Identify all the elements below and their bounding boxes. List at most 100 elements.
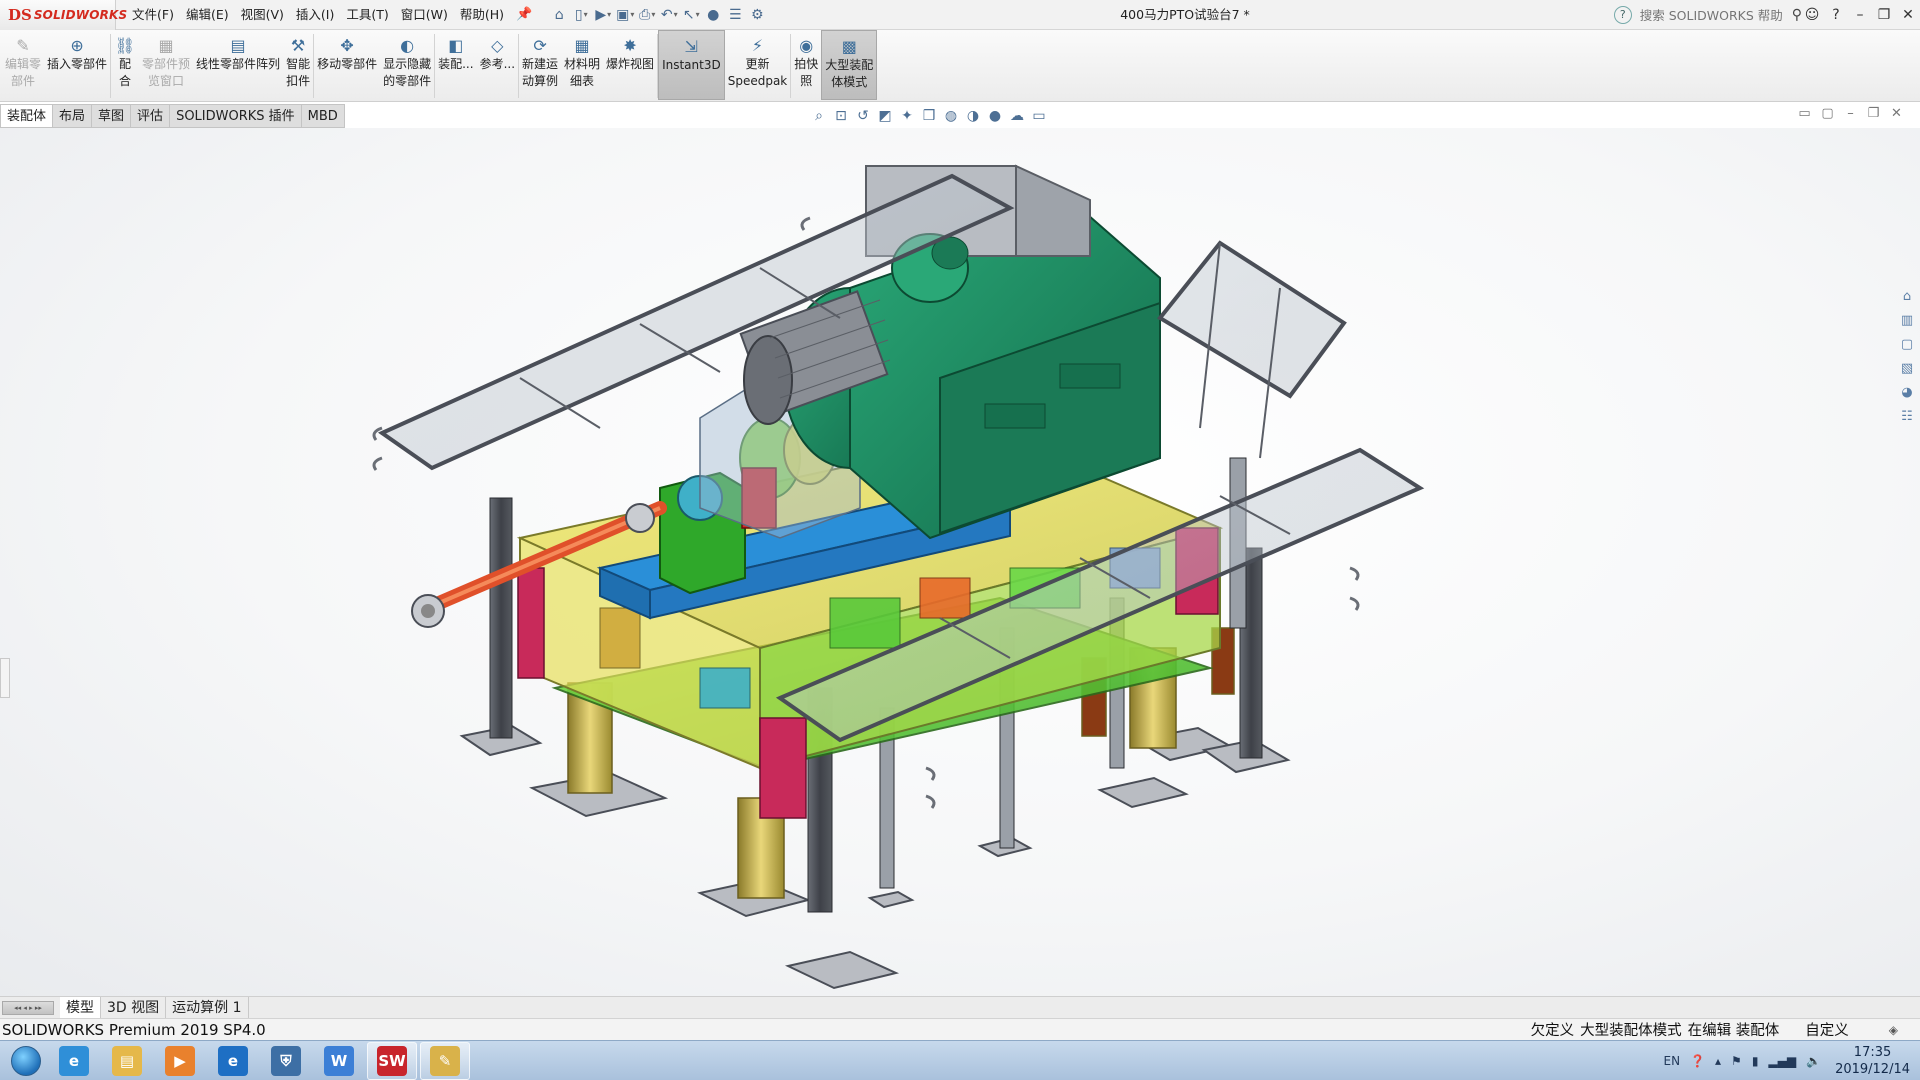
zoom-area-icon[interactable]: ⊡ [830, 105, 852, 127]
paint-app[interactable]: ✎ [420, 1041, 470, 1080]
snapshot-button[interactable]: ◉ 拍快 照 [791, 30, 821, 100]
new-motion-study-button[interactable]: ⟳ 新建运 动算例 [519, 30, 561, 100]
update-speedpak-button[interactable]: ⚡ 更新 Speedpak [725, 30, 791, 100]
save-icon[interactable]: ▣ [614, 4, 636, 26]
pin-menu-icon[interactable]: 📌 [510, 0, 538, 30]
new-document-icon[interactable]: ▯ [570, 4, 592, 26]
select-icon[interactable]: ↖ [680, 4, 702, 26]
large-assembly-mode-button[interactable]: ▩ 大型装配 体模式 [821, 30, 878, 100]
solidworks-app[interactable]: SW [367, 1041, 417, 1080]
edit-component-button[interactable]: ✎ 编辑零 部件 [2, 30, 44, 100]
home-icon[interactable]: ⌂ [548, 4, 570, 26]
zoom-to-fit-icon[interactable]: ⌕ [808, 105, 830, 127]
dynamic-annotation-icon[interactable]: ✦ [896, 105, 918, 127]
bottom-tab-2[interactable]: 运动算例 1 [166, 996, 249, 1019]
mate-button[interactable]: ⛓ 配 合 [111, 30, 139, 100]
menu-item-4[interactable]: 工具(T) [340, 0, 394, 30]
viewport-tile-icon[interactable]: ▢ [1816, 106, 1839, 121]
tray-expand-icon[interactable]: ▴ [1715, 1054, 1721, 1068]
view-palette-icon[interactable]: ▧ [1896, 356, 1918, 380]
apply-scene-icon[interactable]: ☁ [1006, 105, 1028, 127]
power-icon[interactable]: ▮ [1752, 1054, 1759, 1068]
bom-button[interactable]: ▦ 材料明 细表 [561, 30, 603, 100]
restore-icon[interactable]: ❐ [1872, 7, 1896, 23]
ie-app[interactable]: e [49, 1042, 99, 1080]
menu-item-1[interactable]: 编辑(E) [180, 0, 235, 30]
help-question-icon[interactable]: ? [1613, 6, 1632, 24]
show-hidden-button[interactable]: ◐ 显示隐藏 的零部件 [380, 30, 434, 100]
solidworks-logo[interactable]: DS SOLIDWORKS [0, 0, 127, 30]
unit-system[interactable]: 自定义 [1805, 1019, 1849, 1040]
move-component-button[interactable]: ✥ 移动零部件 [314, 30, 380, 100]
ie-app-2[interactable]: e [208, 1042, 258, 1080]
user-icon[interactable]: ☺ [1800, 7, 1824, 23]
tab-0[interactable]: 装配体 [0, 104, 54, 128]
viewport-minimize-icon[interactable]: – [1839, 106, 1862, 121]
viewport-restore-icon[interactable]: ❐ [1862, 106, 1885, 121]
menu-item-3[interactable]: 插入(I) [290, 0, 340, 30]
options-icon[interactable]: ⚙ [746, 4, 768, 26]
tab-5[interactable]: MBD [301, 104, 345, 128]
design-library-icon[interactable]: ▥ [1896, 308, 1918, 332]
help-menu-icon[interactable]: ? [1824, 7, 1848, 23]
menu-item-0[interactable]: 文件(F) [126, 0, 180, 30]
reference-button[interactable]: ◇ 参考... [477, 30, 518, 100]
start-button[interactable] [6, 1041, 46, 1080]
security-app[interactable]: ⛨ [261, 1042, 311, 1080]
view-orientation-icon[interactable]: ❒ [918, 105, 940, 127]
ie-app-icon: e [59, 1045, 89, 1076]
tab-scroll-arrows[interactable]: ◂◂ ◂ ▸ ▸▸ [2, 1000, 54, 1015]
file-explorer-icon[interactable]: ▢ [1896, 332, 1918, 356]
open-icon[interactable]: ▶ [592, 4, 614, 26]
tab-3[interactable]: 评估 [131, 104, 171, 128]
rebuild-icon[interactable]: ● [702, 4, 724, 26]
tab-1[interactable]: 布局 [53, 104, 93, 128]
bottom-tab-0[interactable]: 模型 [60, 996, 101, 1019]
component-preview-button[interactable]: ▦ 零部件预 览窗口 [139, 30, 193, 100]
help-search-input[interactable] [1639, 4, 1790, 26]
assembly-features-button[interactable]: ◧ 装配... [435, 30, 476, 100]
instant3d-button[interactable]: ⇲ Instant3D [658, 30, 725, 100]
resources-icon[interactable]: ⌂ [1896, 284, 1918, 308]
appearances-icon[interactable]: ◕ [1896, 380, 1918, 404]
display-style-icon[interactable]: ◍ [940, 105, 962, 127]
language-indicator[interactable]: EN [1664, 1054, 1681, 1068]
ribbon-label: 零部件预 览窗口 [142, 57, 191, 88]
volume-icon[interactable]: 🔈 [1806, 1054, 1821, 1068]
hide-show-icon[interactable]: ◑ [962, 105, 984, 127]
linear-pattern-button[interactable]: ▤ 线性零部件阵列 [193, 30, 283, 100]
previous-view-icon[interactable]: ↺ [852, 105, 874, 127]
insert-component-button[interactable]: ⊕ 插入零部件 [44, 30, 110, 100]
assembly-model[interactable] [0, 128, 1920, 996]
viewport-split-icon[interactable]: ▭ [1793, 106, 1816, 121]
tab-2[interactable]: 草图 [92, 104, 132, 128]
explorer-app[interactable]: ▤ [102, 1042, 152, 1080]
smart-fasteners-button[interactable]: ⚒ 智能 扣件 [283, 30, 313, 100]
section-view-icon[interactable]: ◩ [874, 105, 896, 127]
wps-app[interactable]: W [314, 1042, 364, 1080]
exploded-view-button[interactable]: ✸ 爆炸视图 [603, 30, 657, 100]
graphics-area[interactable]: ⌂▥▢▧◕☷ Y X Z [0, 128, 1920, 996]
clock[interactable]: 17:35 2019/12/14 [1835, 1044, 1910, 1078]
custom-properties-icon[interactable]: ☷ [1896, 404, 1918, 428]
tab-4[interactable]: SOLIDWORKS 插件 [170, 104, 302, 128]
flag-icon[interactable]: ⚑ [1731, 1054, 1742, 1068]
help-tray-icon[interactable]: ❓ [1690, 1054, 1705, 1068]
undo-icon[interactable]: ↶ [658, 4, 680, 26]
viewport-close-icon[interactable]: ✕ [1885, 106, 1908, 121]
file-properties-icon[interactable]: ☰ [724, 4, 746, 26]
print-icon[interactable]: ⎙ [636, 4, 658, 26]
minimize-icon[interactable]: – [1848, 7, 1872, 23]
menu-item-2[interactable]: 视图(V) [235, 0, 290, 30]
view-settings-icon[interactable]: ▭ [1028, 105, 1050, 127]
bottom-tab-1[interactable]: 3D 视图 [101, 996, 167, 1019]
feature-tree-handle[interactable] [0, 658, 10, 698]
tag-icon[interactable]: ◈ [1889, 1023, 1898, 1037]
close-icon[interactable]: ✕ [1896, 7, 1920, 23]
large-assembly-mode-indicator[interactable]: 大型装配体模式 [1580, 1019, 1682, 1040]
network-icon[interactable]: ▂▄▆ [1768, 1054, 1796, 1068]
menu-item-5[interactable]: 窗口(W) [395, 0, 454, 30]
media-player-app[interactable]: ▶ [155, 1042, 205, 1080]
edit-appearance-icon[interactable]: ● [984, 105, 1006, 127]
menu-item-6[interactable]: 帮助(H) [454, 0, 510, 30]
